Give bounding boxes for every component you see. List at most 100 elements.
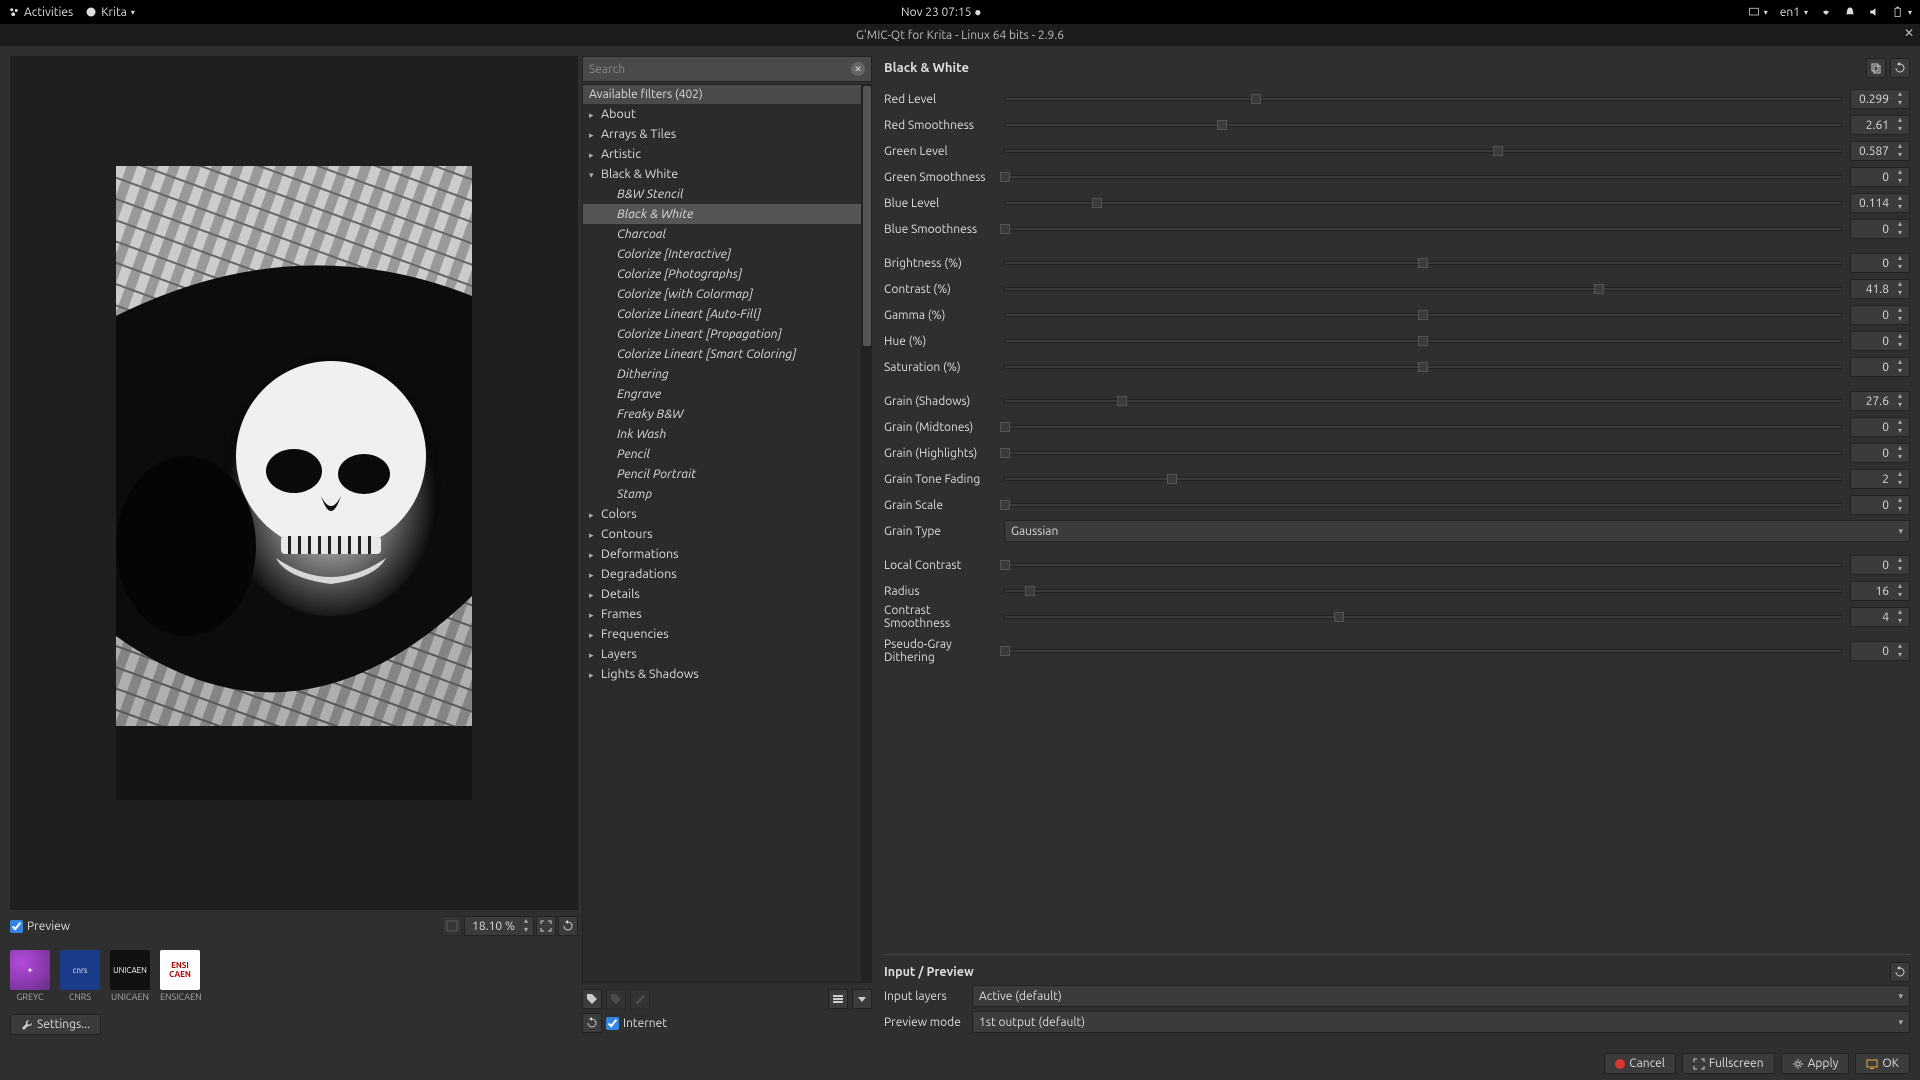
param-slider[interactable] <box>1004 195 1842 211</box>
search-input[interactable] <box>589 63 851 76</box>
param-spinbox[interactable]: ▴▾ <box>1850 443 1910 463</box>
io-reset-button[interactable] <box>1890 962 1910 982</box>
tree-row[interactable]: Artistic <box>583 144 861 164</box>
fav-rename-button[interactable] <box>630 989 650 1009</box>
param-value[interactable] <box>1851 145 1893 158</box>
param-slider[interactable] <box>1004 307 1842 323</box>
scrollbar-thumb[interactable] <box>863 86 871 346</box>
clock[interactable]: Nov 23 07:15 ● <box>135 5 1748 19</box>
tree-row[interactable]: Layers <box>583 644 861 664</box>
tree-row[interactable]: Black & White <box>583 164 861 184</box>
param-slider[interactable] <box>1004 143 1842 159</box>
tree-row[interactable]: About <box>583 104 861 124</box>
param-spinbox[interactable]: ▴▾ <box>1850 495 1910 515</box>
wifi-icon[interactable] <box>1820 6 1832 18</box>
fav-remove-button[interactable] <box>606 989 626 1009</box>
param-spinbox[interactable]: ▴▾ <box>1850 279 1910 299</box>
param-spinbox[interactable]: ▴▾ <box>1850 253 1910 273</box>
param-slider[interactable] <box>1004 333 1842 349</box>
tree-row[interactable]: Pencil Portrait <box>583 464 861 484</box>
param-value[interactable] <box>1851 361 1893 374</box>
tree-row[interactable]: Frequencies <box>583 624 861 644</box>
param-value[interactable] <box>1851 309 1893 322</box>
param-value[interactable] <box>1851 335 1893 348</box>
tree-row[interactable]: Degradations <box>583 564 861 584</box>
param-slider[interactable] <box>1004 393 1842 409</box>
param-slider[interactable] <box>1004 557 1842 573</box>
cancel-button[interactable]: Cancel <box>1604 1053 1676 1074</box>
preview-checkbox-input[interactable] <box>10 920 23 933</box>
param-spinbox[interactable]: ▴▾ <box>1850 193 1910 213</box>
volume-icon[interactable] <box>1868 6 1880 18</box>
panel-copy-button[interactable] <box>1866 58 1886 78</box>
param-value[interactable] <box>1851 645 1893 658</box>
param-spinbox[interactable]: ▴▾ <box>1850 167 1910 187</box>
param-value[interactable] <box>1851 447 1893 460</box>
tree-expand-button[interactable] <box>828 989 848 1009</box>
input-lang[interactable]: en1▾ <box>1780 6 1808 19</box>
grain-type-combo[interactable]: Gaussian <box>1004 520 1910 542</box>
tree-row[interactable]: Details <box>583 584 861 604</box>
tree-row[interactable]: B&W Stencil <box>583 184 861 204</box>
zoom-spinbox[interactable]: ▴▾ <box>464 916 534 936</box>
tree-row[interactable]: Freaky B&W <box>583 404 861 424</box>
param-spinbox[interactable]: ▴▾ <box>1850 469 1910 489</box>
zoom-fit-button[interactable] <box>536 916 556 936</box>
param-spinbox[interactable]: ▴▾ <box>1850 305 1910 325</box>
param-spinbox[interactable]: ▴▾ <box>1850 641 1910 661</box>
param-slider[interactable] <box>1004 643 1842 659</box>
param-value[interactable] <box>1851 395 1893 408</box>
tree-row[interactable]: Colors <box>583 504 861 524</box>
tree-row[interactable]: Pencil <box>583 444 861 464</box>
param-value[interactable] <box>1851 257 1893 270</box>
param-slider[interactable] <box>1004 583 1842 599</box>
param-spinbox[interactable]: ▴▾ <box>1850 219 1910 239</box>
screencast-indicator[interactable]: ▾ <box>1748 6 1768 18</box>
param-value[interactable] <box>1851 171 1893 184</box>
param-value[interactable] <box>1851 473 1893 486</box>
param-spinbox[interactable]: ▴▾ <box>1850 581 1910 601</box>
param-value[interactable] <box>1851 559 1893 572</box>
param-spinbox[interactable]: ▴▾ <box>1850 417 1910 437</box>
param-slider[interactable] <box>1004 255 1842 271</box>
param-slider[interactable] <box>1004 281 1842 297</box>
tree-row[interactable]: Colorize [Photographs] <box>583 264 861 284</box>
param-spinbox[interactable]: ▴▾ <box>1850 141 1910 161</box>
param-spinbox[interactable]: ▴▾ <box>1850 555 1910 575</box>
param-value[interactable] <box>1851 421 1893 434</box>
param-value[interactable] <box>1851 197 1893 210</box>
param-slider[interactable] <box>1004 609 1842 625</box>
preview-split-button[interactable] <box>442 916 462 936</box>
param-slider[interactable] <box>1004 471 1842 487</box>
param-slider[interactable] <box>1004 91 1842 107</box>
tree-row[interactable]: Engrave <box>583 384 861 404</box>
param-value[interactable] <box>1851 223 1893 236</box>
tree-row[interactable]: Colorize Lineart [Propagation] <box>583 324 861 344</box>
fullscreen-button[interactable]: Fullscreen <box>1682 1053 1775 1074</box>
zoom-down[interactable]: ▾ <box>519 926 533 935</box>
param-value[interactable] <box>1851 585 1893 598</box>
preview-checkbox[interactable]: Preview <box>10 920 70 933</box>
tree-row[interactable]: Stamp <box>583 484 861 504</box>
param-value[interactable] <box>1851 283 1893 296</box>
close-button[interactable]: ✕ <box>1904 26 1914 40</box>
tree-row[interactable]: Colorize [with Colormap] <box>583 284 861 304</box>
param-value[interactable] <box>1851 611 1893 624</box>
tree-scrollbar[interactable] <box>862 84 872 983</box>
tree-row[interactable]: Lights & Shadows <box>583 664 861 684</box>
param-slider[interactable] <box>1004 419 1842 435</box>
bell-icon[interactable] <box>1844 6 1856 18</box>
fav-add-button[interactable] <box>582 989 602 1009</box>
param-spinbox[interactable]: ▴▾ <box>1850 357 1910 377</box>
preview-mode-combo[interactable]: 1st output (default) <box>972 1011 1910 1033</box>
tree-row[interactable]: Colorize Lineart [Auto-Fill] <box>583 304 861 324</box>
param-spinbox[interactable]: ▴▾ <box>1850 391 1910 411</box>
tree-row[interactable]: Colorize Lineart [Smart Coloring] <box>583 344 861 364</box>
param-slider[interactable] <box>1004 445 1842 461</box>
param-slider[interactable] <box>1004 169 1842 185</box>
tree-row[interactable]: Colorize [Interactive] <box>583 244 861 264</box>
apply-button[interactable]: Apply <box>1781 1053 1850 1074</box>
tree-row[interactable]: Frames <box>583 604 861 624</box>
param-spinbox[interactable]: ▴▾ <box>1850 89 1910 109</box>
panel-reset-button[interactable] <box>1890 58 1910 78</box>
